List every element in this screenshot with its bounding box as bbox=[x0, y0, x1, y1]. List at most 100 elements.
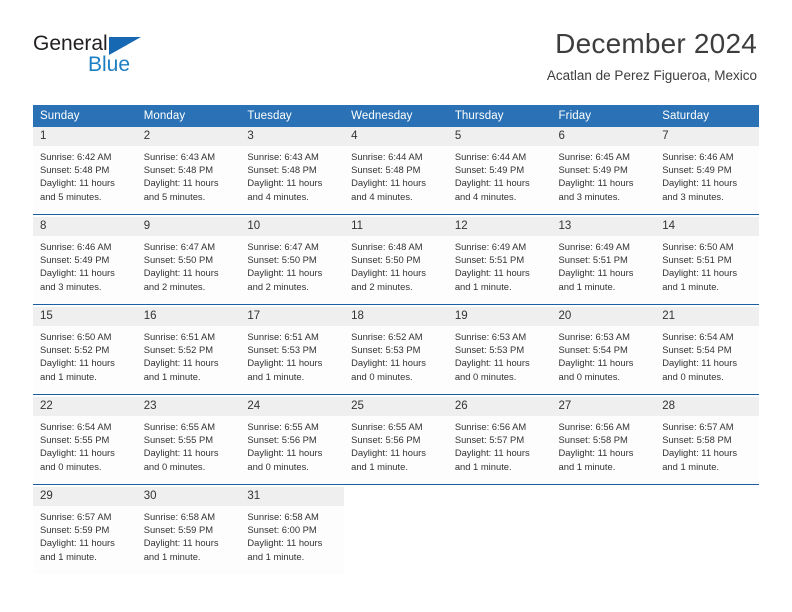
day-number[interactable]: 15 bbox=[33, 307, 137, 326]
week-2-daynumbers: 8 9 10 11 12 13 14 bbox=[33, 217, 759, 236]
day-number[interactable]: 22 bbox=[33, 397, 137, 416]
daylight-text-line2: and 1 minute. bbox=[662, 460, 720, 472]
daylight-text-line2: and 1 minute. bbox=[247, 370, 305, 382]
daylight-text-line2: and 0 minutes. bbox=[454, 370, 517, 382]
daylight-text-line2: and 1 minute. bbox=[143, 370, 201, 382]
daylight-text-line2: and 2 minutes. bbox=[351, 280, 413, 292]
day-number[interactable]: 24 bbox=[240, 397, 345, 416]
day-cell[interactable]: Sunrise: 6:58 AM Sunset: 6:00 PM Dayligh… bbox=[240, 506, 345, 574]
sunrise-text: Sunrise: 6:44 AM bbox=[351, 151, 423, 162]
daylight-text-line1: Daylight: 11 hours bbox=[247, 267, 323, 279]
daylight-text-line1: Daylight: 11 hours bbox=[247, 447, 323, 459]
day-number[interactable]: 28 bbox=[655, 397, 759, 416]
day-cell[interactable]: Sunrise: 6:55 AM Sunset: 5:56 PM Dayligh… bbox=[344, 416, 448, 485]
day-number[interactable]: 5 bbox=[447, 127, 552, 146]
daylight-text-line1: Daylight: 11 hours bbox=[351, 177, 426, 189]
day-cell[interactable]: Sunrise: 6:56 AM Sunset: 5:57 PM Dayligh… bbox=[447, 416, 552, 485]
day-cell[interactable]: Sunrise: 6:52 AM Sunset: 5:53 PM Dayligh… bbox=[344, 326, 448, 395]
day-number[interactable]: 7 bbox=[655, 127, 759, 146]
daylight-text-line1: Daylight: 11 hours bbox=[558, 357, 634, 369]
week-5-daynumbers: 29 30 31 bbox=[33, 487, 759, 506]
sunrise-text: Sunrise: 6:44 AM bbox=[454, 151, 527, 162]
day-number[interactable]: 16 bbox=[136, 307, 241, 326]
sunset-text: Sunset: 5:57 PM bbox=[454, 434, 525, 446]
day-cell-empty bbox=[344, 506, 448, 574]
day-cell[interactable]: Sunrise: 6:58 AM Sunset: 5:59 PM Dayligh… bbox=[136, 506, 241, 574]
daylight-text-line2: and 1 minute. bbox=[40, 370, 97, 382]
day-number[interactable]: 23 bbox=[136, 397, 241, 416]
day-number[interactable]: 3 bbox=[240, 127, 345, 146]
day-cell[interactable]: Sunrise: 6:51 AM Sunset: 5:53 PM Dayligh… bbox=[240, 326, 345, 395]
day-number[interactable]: 2 bbox=[136, 127, 241, 146]
sunrise-text: Sunrise: 6:49 AM bbox=[558, 241, 630, 252]
day-number[interactable]: 1 bbox=[33, 127, 137, 146]
sunset-text: Sunset: 5:49 PM bbox=[40, 254, 110, 266]
daylight-text-line1: Daylight: 11 hours bbox=[454, 177, 530, 189]
sunset-text: Sunset: 5:48 PM bbox=[40, 164, 110, 176]
daylight-text-line2: and 3 minutes. bbox=[558, 190, 621, 202]
day-cell[interactable]: Sunrise: 6:47 AM Sunset: 5:50 PM Dayligh… bbox=[240, 236, 345, 305]
day-cell[interactable]: Sunrise: 6:42 AM Sunset: 5:48 PM Dayligh… bbox=[33, 146, 137, 215]
day-cell[interactable]: Sunrise: 6:50 AM Sunset: 5:51 PM Dayligh… bbox=[655, 236, 759, 305]
day-cell[interactable]: Sunrise: 6:46 AM Sunset: 5:49 PM Dayligh… bbox=[655, 146, 759, 215]
day-number[interactable]: 4 bbox=[344, 127, 448, 146]
sunset-text: Sunset: 5:49 PM bbox=[662, 164, 732, 176]
daylight-text-line1: Daylight: 11 hours bbox=[143, 177, 219, 189]
day-number[interactable]: 17 bbox=[240, 307, 345, 326]
general-blue-logo[interactable]: General Blue bbox=[33, 33, 183, 79]
day-cell[interactable]: Sunrise: 6:44 AM Sunset: 5:48 PM Dayligh… bbox=[344, 146, 448, 215]
sunrise-text: Sunrise: 6:46 AM bbox=[662, 151, 734, 162]
day-cell[interactable]: Sunrise: 6:43 AM Sunset: 5:48 PM Dayligh… bbox=[240, 146, 345, 215]
day-number[interactable]: 10 bbox=[240, 217, 345, 236]
day-number[interactable]: 19 bbox=[447, 307, 552, 326]
week-3-details: Sunrise: 6:50 AM Sunset: 5:52 PM Dayligh… bbox=[33, 326, 759, 395]
day-number[interactable]: 8 bbox=[33, 217, 137, 236]
day-number[interactable]: 12 bbox=[447, 217, 552, 236]
day-number[interactable]: 30 bbox=[136, 487, 241, 506]
day-cell[interactable]: Sunrise: 6:49 AM Sunset: 5:51 PM Dayligh… bbox=[447, 236, 552, 305]
day-number[interactable]: 6 bbox=[551, 127, 656, 146]
day-cell[interactable]: Sunrise: 6:46 AM Sunset: 5:49 PM Dayligh… bbox=[33, 236, 137, 305]
day-cell[interactable]: Sunrise: 6:56 AM Sunset: 5:58 PM Dayligh… bbox=[551, 416, 656, 485]
day-number[interactable]: 9 bbox=[136, 217, 241, 236]
day-cell[interactable]: Sunrise: 6:48 AM Sunset: 5:50 PM Dayligh… bbox=[344, 236, 448, 305]
day-cell[interactable]: Sunrise: 6:53 AM Sunset: 5:53 PM Dayligh… bbox=[447, 326, 552, 395]
weekday-header-row: Sunday Monday Tuesday Wednesday Thursday… bbox=[33, 105, 759, 127]
day-cell[interactable]: Sunrise: 6:43 AM Sunset: 5:48 PM Dayligh… bbox=[136, 146, 241, 215]
daylight-text-line1: Daylight: 11 hours bbox=[351, 447, 426, 459]
day-number[interactable]: 20 bbox=[551, 307, 656, 326]
sunrise-text: Sunrise: 6:56 AM bbox=[558, 421, 630, 432]
day-cell[interactable]: Sunrise: 6:45 AM Sunset: 5:49 PM Dayligh… bbox=[551, 146, 656, 215]
day-cell[interactable]: Sunrise: 6:57 AM Sunset: 5:59 PM Dayligh… bbox=[33, 506, 137, 574]
day-cell[interactable]: Sunrise: 6:57 AM Sunset: 5:58 PM Dayligh… bbox=[655, 416, 759, 485]
day-number[interactable]: 26 bbox=[447, 397, 552, 416]
day-number[interactable]: 31 bbox=[240, 487, 345, 506]
day-number[interactable]: 18 bbox=[344, 307, 448, 326]
day-cell[interactable]: Sunrise: 6:55 AM Sunset: 5:55 PM Dayligh… bbox=[136, 416, 241, 485]
sunset-text: Sunset: 5:53 PM bbox=[247, 344, 317, 356]
day-cell[interactable]: Sunrise: 6:55 AM Sunset: 5:56 PM Dayligh… bbox=[240, 416, 345, 485]
day-number[interactable]: 29 bbox=[33, 487, 137, 506]
day-cell[interactable]: Sunrise: 6:54 AM Sunset: 5:55 PM Dayligh… bbox=[33, 416, 137, 485]
week-5-details: Sunrise: 6:57 AM Sunset: 5:59 PM Dayligh… bbox=[33, 506, 759, 574]
daylight-text-line2: and 1 minute. bbox=[454, 280, 512, 292]
daylight-text-line1: Daylight: 11 hours bbox=[351, 267, 426, 279]
day-cell[interactable]: Sunrise: 6:47 AM Sunset: 5:50 PM Dayligh… bbox=[136, 236, 241, 305]
day-number[interactable]: 14 bbox=[655, 217, 759, 236]
day-cell[interactable]: Sunrise: 6:50 AM Sunset: 5:52 PM Dayligh… bbox=[33, 326, 137, 395]
day-cell[interactable]: Sunrise: 6:54 AM Sunset: 5:54 PM Dayligh… bbox=[655, 326, 759, 395]
day-cell[interactable]: Sunrise: 6:51 AM Sunset: 5:52 PM Dayligh… bbox=[136, 326, 241, 395]
day-number[interactable]: 21 bbox=[655, 307, 759, 326]
day-number[interactable]: 27 bbox=[551, 397, 656, 416]
day-cell[interactable]: Sunrise: 6:53 AM Sunset: 5:54 PM Dayligh… bbox=[551, 326, 656, 395]
sunrise-text: Sunrise: 6:52 AM bbox=[351, 331, 423, 342]
sunset-text: Sunset: 5:58 PM bbox=[558, 434, 628, 446]
weekday-header-friday: Friday bbox=[551, 105, 656, 127]
day-number[interactable]: 25 bbox=[344, 397, 448, 416]
day-number[interactable]: 11 bbox=[344, 217, 448, 236]
weekday-header-wednesday: Wednesday bbox=[344, 105, 448, 127]
day-cell[interactable]: Sunrise: 6:49 AM Sunset: 5:51 PM Dayligh… bbox=[551, 236, 656, 305]
day-number[interactable]: 13 bbox=[551, 217, 656, 236]
daylight-text-line1: Daylight: 11 hours bbox=[40, 447, 115, 459]
day-cell[interactable]: Sunrise: 6:44 AM Sunset: 5:49 PM Dayligh… bbox=[447, 146, 552, 215]
